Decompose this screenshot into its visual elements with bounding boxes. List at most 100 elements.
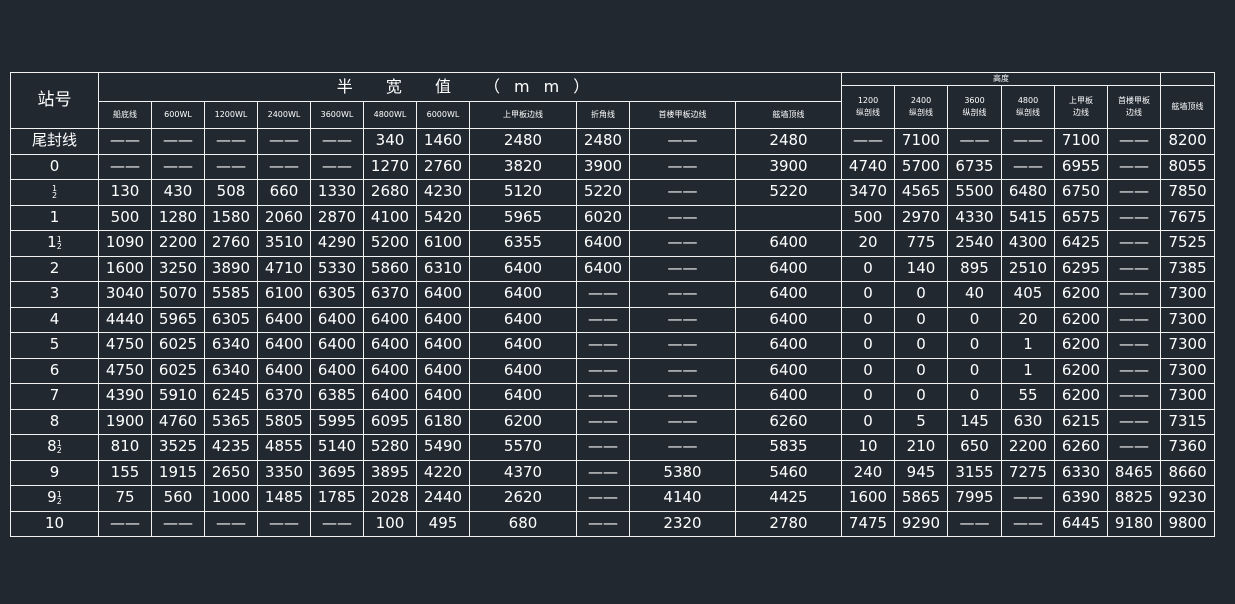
half-width-col-header: 2400WL [257, 101, 311, 129]
value-cell: 3695 [310, 459, 364, 486]
value-cell: 6480 [1001, 179, 1055, 206]
value-cell: 5415 [1001, 204, 1055, 231]
value-cell: 0 [894, 281, 948, 308]
value-cell: 6400 [735, 332, 842, 359]
value-cell: 5490 [416, 434, 470, 461]
value-cell: 9290 [894, 510, 948, 537]
value-cell: 6400 [469, 383, 577, 410]
value-cell: 775 [894, 230, 948, 257]
value-cell: 5865 [894, 485, 948, 512]
value-cell: 5280 [363, 434, 417, 461]
table-row: 2 1600 3250 3890 4710 5330 5860 6310 6400 6400 —— 6… [10, 255, 1216, 282]
table-row: 8 1 2 810 3525 4235 4855 5140 5280 5490 5570 —— —— 58… [10, 434, 1216, 461]
half-width-col-header: 1200WL [204, 101, 258, 129]
value-cell: —— [629, 230, 736, 257]
value-cell: —— [204, 128, 258, 155]
value-cell: 5700 [894, 153, 948, 180]
value-cell: 55 [1001, 383, 1055, 410]
value-cell: 4425 [735, 485, 842, 512]
value-cell: 5570 [469, 434, 577, 461]
value-cell: 7995 [947, 485, 1002, 512]
value-cell: 9230 [1160, 485, 1216, 512]
value-cell: 3155 [947, 459, 1002, 486]
value-cell: 0 [841, 357, 895, 384]
value-cell: 650 [947, 434, 1002, 461]
value-cell: 4750 [98, 332, 152, 359]
half-width-col-header: 4800WL [363, 101, 417, 129]
value-cell: 20 [841, 230, 895, 257]
value-cell: 7100 [1054, 128, 1108, 155]
value-cell: 2510 [1001, 255, 1055, 282]
station-cell: 12 [10, 179, 99, 206]
height-col-header: 上甲板 边线 [1054, 85, 1108, 129]
half-width-header: 半 宽 值 （mm） [98, 72, 842, 102]
value-cell: 7525 [1160, 230, 1216, 257]
value-cell: 4740 [841, 153, 895, 180]
value-cell: 6025 [151, 357, 205, 384]
value-cell: 5460 [735, 459, 842, 486]
value-cell: 5365 [204, 408, 258, 435]
height-col-header: 2400 纵剖线 [894, 85, 948, 129]
value-cell: 945 [894, 459, 948, 486]
value-cell: 8660 [1160, 459, 1216, 486]
value-cell: 7100 [894, 128, 948, 155]
value-cell: —— [629, 408, 736, 435]
value-cell: 2320 [629, 510, 736, 537]
value-cell: 5 [894, 408, 948, 435]
value-cell: —— [1001, 128, 1055, 155]
table-row: 1 500 1280 1580 2060 2870 4100 5420 5965 6020 —— 50… [10, 204, 1216, 231]
value-cell: —— [576, 332, 630, 359]
value-cell: 0 [894, 357, 948, 384]
value-cell: 2540 [947, 230, 1002, 257]
value-cell: 6400 [257, 306, 311, 333]
value-cell: 6400 [310, 306, 364, 333]
value-cell: 560 [151, 485, 205, 512]
station-cell: 5 [10, 332, 99, 359]
height-col-header: 3600 纵剖线 [947, 85, 1002, 129]
value-cell: 5070 [151, 281, 205, 308]
value-cell: 5805 [257, 408, 311, 435]
value-cell: 4710 [257, 255, 311, 282]
value-cell: 6400 [363, 332, 417, 359]
value-cell [735, 204, 842, 231]
value-cell: 6100 [257, 281, 311, 308]
value-cell: 5220 [735, 179, 842, 206]
value-cell: —— [576, 306, 630, 333]
table-row: 3 3040 5070 5585 6100 6305 6370 6400 6400 —— —— 640… [10, 281, 1216, 308]
value-cell: 4750 [98, 357, 152, 384]
value-cell: —— [1106, 153, 1162, 180]
value-cell: 630 [1001, 408, 1055, 435]
value-cell: 5380 [629, 459, 736, 486]
station-cell: 4 [10, 306, 99, 333]
value-cell: 6215 [1054, 408, 1108, 435]
value-cell: 3250 [151, 255, 205, 282]
value-cell: 5420 [416, 204, 470, 231]
value-cell: —— [1106, 230, 1162, 257]
value-cell: —— [1106, 179, 1162, 206]
value-cell: 6260 [735, 408, 842, 435]
height-col-header: 1200 纵剖线 [841, 85, 895, 129]
value-cell: 6200 [1054, 306, 1108, 333]
value-cell: 6025 [151, 332, 205, 359]
value-cell: 8825 [1106, 485, 1162, 512]
value-cell: —— [947, 510, 1002, 537]
value-cell: —— [257, 153, 311, 180]
value-cell: 6200 [469, 408, 577, 435]
value-cell: 1090 [98, 230, 152, 257]
value-cell: 0 [841, 255, 895, 282]
value-cell: 1000 [204, 485, 258, 512]
value-cell: —— [1001, 510, 1055, 537]
value-cell: —— [576, 434, 630, 461]
value-cell: 6750 [1054, 179, 1108, 206]
value-cell: 4330 [947, 204, 1002, 231]
value-cell: —— [310, 128, 364, 155]
value-cell: 4440 [98, 306, 152, 333]
value-cell: —— [629, 153, 736, 180]
value-cell: —— [151, 128, 205, 155]
value-cell: 6260 [1054, 434, 1108, 461]
value-cell: 7475 [841, 510, 895, 537]
value-cell: 6370 [363, 281, 417, 308]
value-cell: 1 [1001, 357, 1055, 384]
value-cell: 6400 [469, 255, 577, 282]
value-cell: 6400 [469, 306, 577, 333]
